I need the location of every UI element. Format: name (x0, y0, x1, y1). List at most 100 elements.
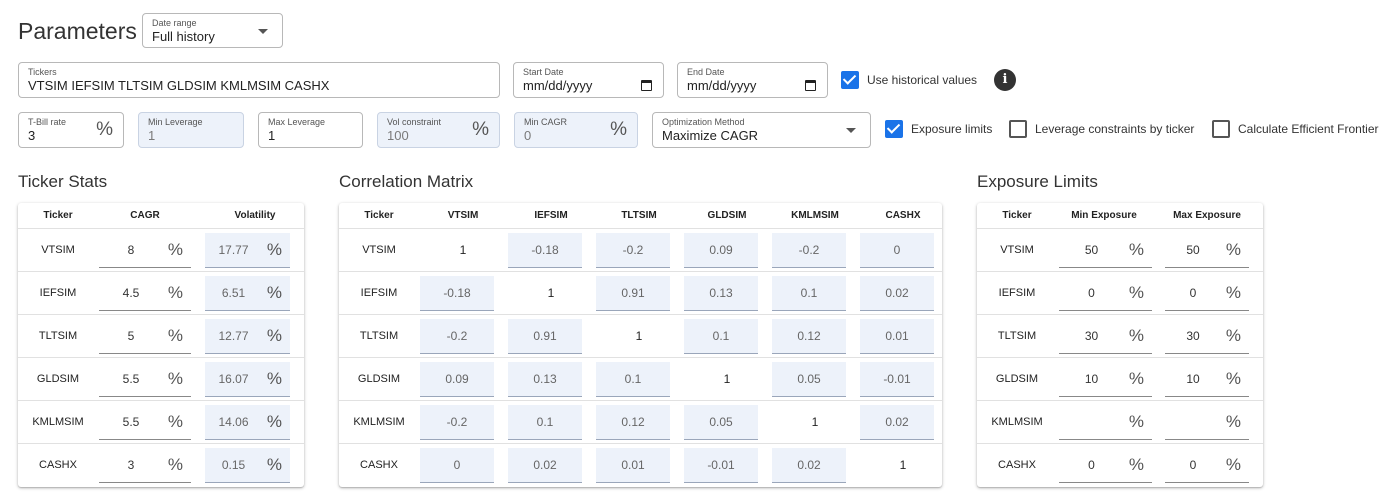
max-exposure-input[interactable]: % (1165, 405, 1249, 440)
vol-constraint-input[interactable]: Vol constraint 100 % (377, 112, 500, 148)
correlation-input[interactable]: -0.2 (596, 233, 670, 268)
cell-value: 0.91 (533, 329, 557, 343)
correlation-input[interactable]: 0.12 (772, 319, 846, 354)
min-exposure-input[interactable]: 0% (1059, 276, 1152, 311)
tickers-input[interactable]: Tickers VTSIM IEFSIM TLTSIM GLDSIM KMLMS… (18, 62, 500, 98)
correlation-input[interactable]: 0.91 (596, 276, 670, 311)
correlation-input[interactable]: 0.09 (684, 233, 758, 268)
exposure-limits-title: Exposure Limits (977, 172, 1098, 191)
volatility-input[interactable]: 12.77% (205, 319, 290, 354)
correlation-input[interactable]: -0.01 (684, 448, 758, 483)
correlation-input[interactable]: 0.05 (684, 405, 758, 440)
exposure-limits-checkbox[interactable] (885, 120, 903, 138)
min-exposure-input[interactable]: % (1059, 405, 1152, 440)
min-exposure-input[interactable]: 30% (1059, 319, 1152, 354)
min-cagr-label: Min CAGR (524, 117, 568, 127)
max-exposure-input[interactable]: 30% (1165, 319, 1249, 354)
min-exposure-input[interactable]: 50% (1059, 233, 1152, 268)
table-row: VTSIM 1 -0.18 -0.2 0.09 -0.2 0 (339, 228, 942, 271)
end-date-input[interactable]: End Date mm/dd/yyyy (677, 62, 828, 98)
efficient-frontier-checkbox[interactable] (1212, 120, 1230, 138)
percent-unit: % (1128, 369, 1144, 388)
volatility-input[interactable]: 16.07% (205, 362, 290, 397)
max-exposure-input[interactable]: 10% (1165, 362, 1249, 397)
column-header: Ticker (364, 210, 394, 221)
correlation-input[interactable]: 0.12 (596, 405, 670, 440)
cagr-input[interactable]: 5.5% (99, 362, 191, 397)
start-date-input[interactable]: Start Date mm/dd/yyyy (513, 62, 664, 98)
correlation-input[interactable]: -0.2 (772, 233, 846, 268)
cell-value: 14.06 (218, 415, 249, 429)
correlation-input[interactable]: 0.1 (684, 319, 758, 354)
max-leverage-value: 1 (268, 128, 276, 143)
cagr-input[interactable]: 5.5% (99, 405, 191, 440)
cell-value: 0 (1189, 458, 1197, 472)
cagr-input[interactable]: 4.5% (99, 276, 191, 311)
min-exposure-input[interactable]: 10% (1059, 362, 1152, 397)
calendar-icon[interactable] (641, 80, 652, 91)
cell-value: 12.77 (218, 329, 249, 343)
cell-value: 0.1 (536, 415, 554, 429)
correlation-input[interactable]: 0.01 (596, 448, 670, 483)
volatility-input[interactable]: 6.51% (205, 276, 290, 311)
correlation-input[interactable]: -0.18 (420, 276, 494, 311)
leverage-by-ticker-checkbox[interactable] (1009, 120, 1027, 138)
cell-value: 30 (1186, 329, 1200, 343)
correlation-input[interactable]: -0.18 (508, 233, 582, 268)
correlation-input[interactable]: -0.2 (420, 405, 494, 440)
min-cagr-input[interactable]: Min CAGR 0 % (514, 112, 638, 148)
correlation-input[interactable]: 0 (420, 448, 494, 483)
max-exposure-input[interactable]: 50% (1165, 233, 1249, 268)
column-header: CAGR (130, 210, 160, 221)
correlation-input[interactable]: 0 (860, 233, 934, 268)
optimization-method-select[interactable]: Optimization Method Maximize CAGR (652, 112, 871, 148)
min-leverage-input[interactable]: Min Leverage 1 (138, 112, 244, 148)
column-header: Min Exposure (1071, 210, 1137, 221)
min-leverage-value: 1 (148, 128, 156, 143)
volatility-input[interactable]: 14.06% (205, 405, 290, 440)
cell-value: 0.02 (533, 458, 557, 472)
cagr-input[interactable]: 5% (99, 319, 191, 354)
correlation-input[interactable]: 0.13 (508, 362, 582, 397)
use-historical-checkbox[interactable] (841, 71, 859, 89)
row-ticker-label: IEFSIM (39, 287, 77, 299)
cell-value: 6.51 (221, 286, 246, 300)
min-exposure-input[interactable]: 0% (1059, 448, 1152, 483)
min-cagr-value: 0 (524, 128, 532, 143)
cell-value: 0.09 (445, 372, 469, 386)
correlation-input[interactable]: -0.2 (420, 319, 494, 354)
correlation-input[interactable]: -0.01 (860, 362, 934, 397)
correlation-input[interactable]: 0.1 (772, 276, 846, 311)
volatility-input[interactable]: 0.15% (205, 448, 290, 483)
correlation-input[interactable]: 0.1 (596, 362, 670, 397)
table-row: VTSIM 8% 17.77% (18, 228, 304, 271)
cell-value: 0.15 (221, 458, 246, 472)
correlation-input[interactable]: 0.02 (508, 448, 582, 483)
tbill-rate-input[interactable]: T-Bill rate 3 % (18, 112, 124, 148)
column-header: CASHX (885, 210, 921, 221)
correlation-input[interactable]: 0.91 (508, 319, 582, 354)
max-leverage-input[interactable]: Max Leverage 1 (258, 112, 363, 148)
cell-value: 0.12 (797, 329, 821, 343)
tickers-label: Tickers (28, 67, 57, 77)
cell-value: 0.1 (800, 286, 818, 300)
cagr-input[interactable]: 8% (99, 233, 191, 268)
correlation-input[interactable]: 0.02 (860, 405, 934, 440)
row-ticker-label: GLDSIM (995, 373, 1039, 385)
info-icon[interactable]: i (994, 69, 1016, 91)
correlation-input[interactable]: 0.09 (420, 362, 494, 397)
correlation-input[interactable]: 0.13 (684, 276, 758, 311)
correlation-input[interactable]: 0.05 (772, 362, 846, 397)
diagonal-value: 1 (459, 243, 467, 257)
max-exposure-input[interactable]: 0% (1165, 276, 1249, 311)
volatility-input[interactable]: 17.77% (205, 233, 290, 268)
cagr-input[interactable]: 3% (99, 448, 191, 483)
calendar-icon[interactable] (805, 80, 816, 91)
cell-value: 0.02 (885, 415, 909, 429)
correlation-input[interactable]: 0.01 (860, 319, 934, 354)
correlation-input[interactable]: 0.02 (860, 276, 934, 311)
correlation-input[interactable]: 0.02 (772, 448, 846, 483)
correlation-input[interactable]: 0.1 (508, 405, 582, 440)
max-exposure-input[interactable]: 0% (1165, 448, 1249, 483)
date-range-select[interactable]: Date range Full history (142, 13, 283, 48)
